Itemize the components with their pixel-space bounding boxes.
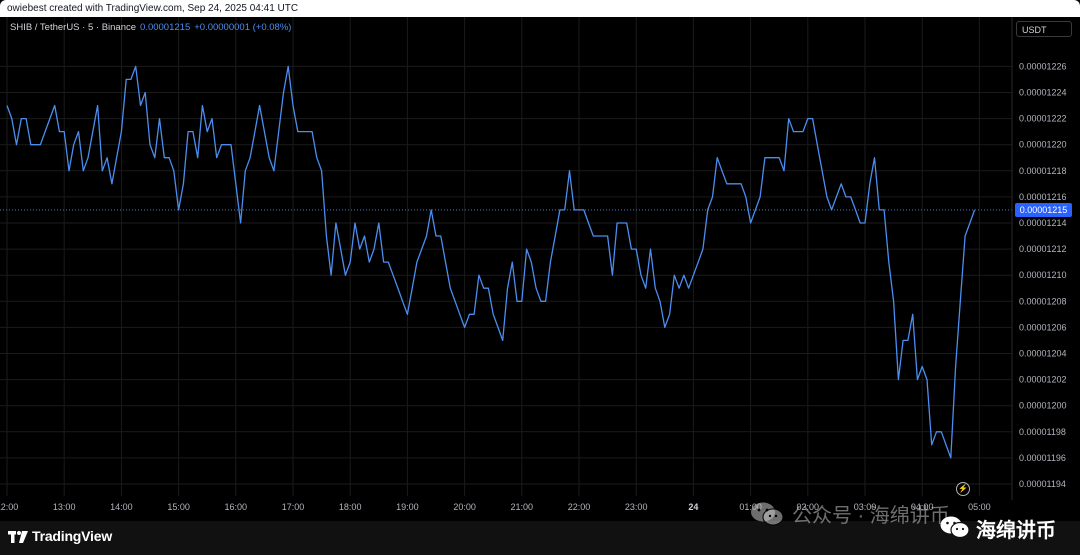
tradingview-brand: TradingView (32, 528, 113, 544)
vertical-grid (6, 17, 980, 496)
tradingview-logo[interactable]: TradingView (8, 527, 112, 545)
x-tick-label: 23:00 (625, 502, 648, 512)
last-price-tag: 0.00001215 (1015, 202, 1072, 217)
symbol-legend[interactable]: SHIB / TetherUS · 5 · Binance 0.00001215 +… (10, 22, 291, 33)
change-value: +0.00000001 (+0.08%) (194, 22, 292, 33)
y-tick-label: 0.00001210 (1019, 270, 1067, 280)
y-tick-label: 0.00001208 (1019, 296, 1067, 306)
x-tick-label: 17:00 (282, 502, 305, 512)
y-tick-label: 0.00001198 (1019, 427, 1066, 437)
watermark-subtitle: 公众号 · 海绵讲币 (750, 499, 950, 528)
tradingview-mark-icon (8, 530, 28, 543)
y-tick-label: 0.00001216 (1019, 192, 1067, 202)
y-tick-label: 0.00001206 (1019, 322, 1067, 332)
x-tick-label: 12:00 (0, 502, 18, 512)
x-tick-label: 21:00 (511, 502, 534, 512)
wechat-logo-icon (940, 515, 970, 541)
currency-label[interactable]: USDT (1016, 21, 1072, 37)
y-tick-label: 0.00001214 (1019, 218, 1067, 228)
x-tick-label: 20:00 (453, 502, 476, 512)
watermark-name: 海绵讲币 (940, 512, 1056, 544)
watermark-name-text: 海绵讲币 (976, 519, 1056, 542)
y-tick-label: 0.00001194 (1019, 479, 1066, 489)
price-series-line[interactable] (6, 65, 976, 459)
y-tick-label: 0.00001222 (1019, 114, 1067, 124)
y-tick-label: 0.00001224 (1019, 88, 1067, 98)
y-tick-label: 0.00001200 (1019, 401, 1067, 411)
wechat-icon (750, 501, 784, 527)
price-chart[interactable]: 0.00001194 0.00001196 0.00001198 0.00001200… (0, 17, 1080, 521)
price-axis[interactable]: 0.00001194 0.00001196 0.00001198 0.00001200… (1019, 61, 1067, 489)
y-tick-label: 0.00001220 (1019, 140, 1067, 150)
y-tick-label: 0.00001212 (1019, 244, 1067, 254)
caption-bar: owiebest created with TradingView.com, S… (0, 0, 1080, 17)
symbol-name[interactable]: SHIB / TetherUS · 5 · Binance (10, 22, 136, 33)
watermark-subtitle-text: 公众号 · 海绵讲币 (792, 505, 950, 527)
chart-caption: owiebest created with TradingView.com, S… (7, 3, 299, 14)
x-tick-label: 05:00 (968, 502, 991, 512)
y-tick-label: 0.00001204 (1019, 349, 1067, 359)
horizontal-grid (0, 65, 1012, 485)
x-tick-label: 19:00 (396, 502, 419, 512)
y-tick-label: 0.00001202 (1019, 375, 1067, 385)
x-tick-label: 24 (688, 502, 698, 512)
y-tick-label: 0.00001196 (1019, 453, 1066, 463)
y-tick-label: 0.00001226 (1019, 61, 1067, 71)
x-tick-label: 18:00 (339, 502, 362, 512)
x-tick-label: 22:00 (568, 502, 591, 512)
y-tick-label: 0.00001218 (1019, 166, 1067, 176)
last-value: 0.00001215 (140, 22, 191, 33)
x-tick-label: 15:00 (167, 502, 190, 512)
x-tick-label: 16:00 (225, 502, 248, 512)
lightning-icon[interactable]: ⚡ (956, 482, 970, 496)
x-tick-label: 13:00 (53, 502, 76, 512)
x-tick-label: 14:00 (110, 502, 133, 512)
